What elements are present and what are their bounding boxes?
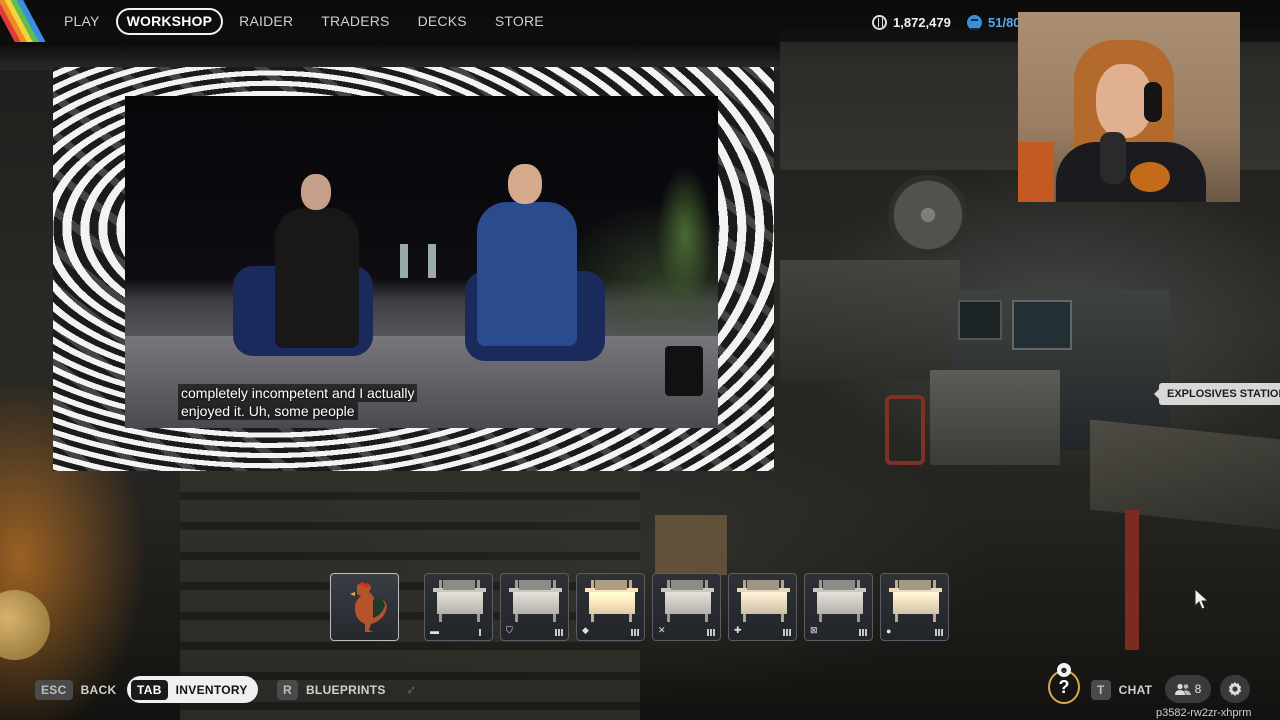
refiner-icon: ◆: [582, 625, 589, 635]
video-subtitles: completely incompetent and I actually en…: [178, 384, 418, 420]
slot-explosives-station[interactable]: ⊠: [804, 573, 873, 641]
subtitle-line: completely incompetent and I actually: [178, 384, 418, 402]
slot-workbench[interactable]: ▬: [424, 573, 493, 641]
token-amount: 51/80: [988, 14, 1021, 30]
inventory-action[interactable]: TAB INVENTORY: [127, 676, 258, 703]
friends-icon: [1174, 683, 1191, 695]
nav-traders[interactable]: TRADERS: [309, 8, 401, 35]
inventory-label: INVENTORY: [175, 682, 248, 697]
tab-key: TAB: [131, 679, 168, 700]
utility-station-thumbnail: [889, 580, 942, 622]
settings-button[interactable]: [1220, 675, 1250, 703]
level-indicator: [935, 629, 943, 636]
slot-gear-bench[interactable]: ⛉: [500, 573, 569, 641]
medical-lab-thumbnail: [737, 580, 790, 622]
esc-key: ESC: [35, 680, 73, 700]
level-indicator: [707, 629, 715, 636]
mouse-cursor-icon: [1194, 587, 1210, 615]
video-player[interactable]: [125, 96, 718, 428]
back-label: BACK: [80, 683, 117, 697]
speaker-left: [275, 208, 359, 348]
coin-amount: 1,872,479: [893, 14, 951, 30]
surgical-lamp: [888, 175, 968, 255]
speaker-right-head: [508, 164, 542, 204]
token-balance: 51/80: [967, 12, 1021, 32]
microphone: [1100, 132, 1126, 184]
slot-medical-lab[interactable]: ✚: [728, 573, 797, 641]
slot-refiner[interactable]: ◆: [576, 573, 645, 641]
slot-utility-station[interactable]: ●: [880, 573, 949, 641]
chat-action[interactable]: T CHAT: [1091, 680, 1152, 700]
explosive-icon: ⊠: [810, 625, 818, 635]
level-indicator: [479, 629, 487, 636]
wooden-crate: [655, 515, 727, 575]
station-bar: ▬ ⛉ ◆ ✕ ✚ ⊠ ●: [330, 573, 950, 641]
explosives-desk[interactable]: [1090, 419, 1280, 531]
slot-weapon-bench[interactable]: ✕: [652, 573, 721, 641]
shirt-graphic: [1130, 162, 1170, 192]
back-action[interactable]: ESC BACK: [35, 680, 116, 700]
nav-play[interactable]: PLAY: [52, 8, 112, 35]
level-indicator: [555, 629, 563, 636]
pin-icon: ➶: [406, 683, 417, 697]
utility-icon: ●: [886, 626, 892, 636]
crossed-tools-icon: ✕: [658, 625, 666, 635]
background-lamp: [1018, 142, 1054, 202]
weapon-bench-thumbnail: [661, 580, 714, 622]
nav-store[interactable]: STORE: [483, 8, 556, 35]
speaker-left-head: [301, 174, 331, 210]
coin-balance: 1,872,479: [872, 12, 951, 32]
help-notification-icon: ☻: [1057, 663, 1071, 677]
machine-screen: [1012, 300, 1072, 350]
bench-icon: ▬: [430, 626, 439, 636]
rainbow-logo: [0, 0, 48, 42]
nav-decks[interactable]: DECKS: [406, 8, 479, 35]
friends-button[interactable]: 8: [1165, 675, 1211, 703]
subtitle-line: enjoyed it. Uh, some people: [178, 402, 358, 420]
cabinet: [930, 370, 1060, 465]
slot-rooster[interactable]: [330, 573, 399, 641]
friends-count: 8: [1194, 682, 1202, 696]
blueprints-action[interactable]: R BLUEPRINTS: [277, 680, 386, 700]
station-tooltip: EXPLOSIVES STATION: [1153, 383, 1280, 405]
chat-label: CHAT: [1118, 683, 1153, 697]
water-bottles: [400, 244, 440, 278]
speaker-right: [477, 202, 577, 346]
workbench-back: [780, 260, 960, 380]
red-chair: [885, 395, 925, 465]
nav-raider[interactable]: RAIDER: [227, 8, 305, 35]
desk-leg: [1125, 510, 1139, 650]
r-key: R: [277, 680, 298, 700]
level-indicator: [631, 629, 639, 636]
video-overlay-frame: completely incompetent and I actually en…: [53, 67, 774, 471]
plus-icon: ✚: [734, 625, 742, 635]
refiner-thumbnail: [585, 580, 638, 622]
coin-icon: [872, 14, 887, 30]
session-id: p3582-rw2zr-xhprm: [1156, 707, 1252, 719]
streamer-webcam: [1018, 12, 1240, 202]
globe: [0, 590, 50, 660]
main-nav: PLAY WORKSHOP RAIDER TRADERS DECKS STORE: [52, 8, 560, 35]
machine-screen: [958, 300, 1002, 340]
headphones: [1144, 82, 1162, 122]
blueprints-label: BLUEPRINTS: [305, 683, 386, 697]
shield-icon: ⛉: [506, 625, 513, 635]
gear-icon: [1228, 681, 1242, 697]
rooster-icon: [350, 582, 387, 632]
gear-bench-thumbnail: [509, 580, 562, 622]
token-icon: [967, 14, 982, 30]
nav-workshop[interactable]: WORKSHOP: [115, 8, 224, 35]
level-indicator: [783, 629, 791, 636]
level-indicator: [859, 629, 867, 636]
explosives-station-thumbnail: [813, 580, 866, 622]
workbench-thumbnail: [433, 580, 486, 622]
t-key: T: [1091, 680, 1111, 700]
plant-pot: [665, 346, 703, 396]
plant: [645, 156, 718, 356]
